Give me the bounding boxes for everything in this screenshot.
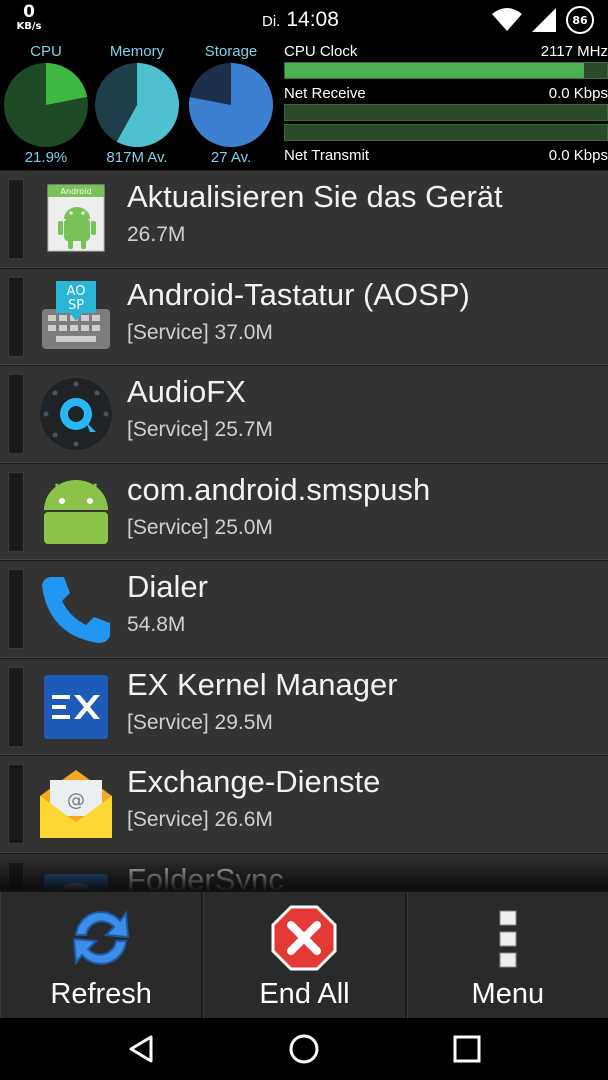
list-item[interactable]: @ Exchange-Dienste [Service] 26.6M [0,755,608,853]
cpu-clock-label: CPU Clock [284,43,358,60]
status-day: Di. [262,13,281,30]
wifi-icon [492,8,522,31]
selection-handle[interactable] [8,569,24,649]
list-item[interactable]: AudioFX [Service] 25.7M [0,365,608,463]
app-memory: 54.8M [127,613,186,636]
keyboard-aosp-icon: AO SP [42,280,110,349]
storage-pie [188,63,273,147]
system-stats-header: CPU 21.9% Memory 817M Av. Storage 27 Av.… [0,40,608,170]
recents-button[interactable] [437,1024,497,1074]
net-receive-bar [284,104,608,121]
list-item[interactable]: EX Kernel Manager [Service] 29.5M [0,657,608,755]
storage-gauge-label: Storage [204,43,258,60]
net-receive-value: 0.0 Kbps [548,85,608,102]
battery-level: 86 [572,13,588,27]
list-item[interactable]: Dialer 54.8M [0,560,608,658]
app-name: Exchange-Dienste [127,764,381,799]
net-receive-header: Net Receive 0.0 Kbps [284,82,608,104]
foldersync-icon [44,873,108,890]
cellular-signal-icon [532,8,556,32]
memory-gauge-value: 817M Av. [106,149,168,166]
app-memory: [Service] 29.5M [127,710,273,734]
menu-label: Menu [471,978,545,1010]
selection-handle[interactable] [8,179,24,259]
app-name: Aktualisieren Sie das Gerät [127,179,503,214]
app-name: EX Kernel Manager [127,666,398,702]
list-item[interactable]: Android Aktualisieren Sie das Gerät 26.7… [0,170,608,268]
recents-icon [453,1035,481,1063]
memory-pie [95,63,180,147]
end-all-button[interactable]: End All [203,892,407,1018]
list-item[interactable]: FolderSync [0,852,608,891]
phone-icon [42,577,110,643]
refresh-icon [73,910,130,966]
app-name: Android-Tastatur (AOSP) [127,276,470,312]
back-button[interactable] [111,1024,171,1074]
cpu-gauge-value: 21.9% [24,149,68,166]
storage-gauge: Storage 27 Av. [185,40,277,168]
app-name: com.android.smspush [127,471,431,507]
storage-gauge-value: 27 Av. [210,149,252,166]
android-update-icon: Android [47,184,105,252]
selection-handle[interactable] [8,374,24,454]
net-transmit-header: Net Transmit 0.0 Kbps [284,144,608,166]
action-bar: Refresh End All Menu [0,890,608,1018]
audiofx-icon [40,378,112,450]
home-icon [289,1034,319,1064]
cpu-clock-header: CPU Clock 2117 MHz [284,40,608,62]
svg-text:SP: SP [68,298,84,313]
overflow-menu-icon [499,910,517,968]
app-memory: [Service] 25.7M [127,418,273,441]
app-memory: [Service] 26.6M [127,808,273,831]
cpu-gauge-label: CPU [30,43,62,60]
cpu-gauge: CPU 21.9% [0,40,92,168]
selection-handle[interactable] [8,764,24,844]
network-speed-indicator: 0 KB/s [14,4,44,32]
svg-text:AO: AO [67,284,86,299]
cpu-clock-value: 2117 MHz [540,43,608,60]
app-memory: 26.7M [127,223,186,246]
process-list[interactable]: Android Aktualisieren Sie das Gerät 26.7… [0,170,608,890]
email-envelope-icon: @ [40,770,112,838]
svg-text:@: @ [67,790,85,811]
android-robot-icon [44,479,108,544]
list-item[interactable]: AO SP Android-Tastatur (AOSP) [Service] … [0,267,608,365]
navigation-bar [0,1018,608,1080]
refresh-button[interactable]: Refresh [0,892,204,1018]
app-name: AudioFX [127,374,246,409]
net-transmit-bar [284,124,608,141]
end-all-label: End All [259,978,350,1010]
list-item[interactable]: com.android.smspush [Service] 25.0M [0,462,608,560]
selection-handle[interactable] [8,666,24,747]
network-speed-value: 0 [23,2,35,22]
battery-icon: 86 [566,6,594,34]
app-name: FolderSync [127,861,284,891]
memory-gauge-label: Memory [109,43,165,60]
menu-button[interactable]: Menu [406,892,608,1018]
selection-handle[interactable] [8,861,24,890]
ex-kernel-icon [44,674,108,739]
refresh-label: Refresh [50,978,152,1010]
cpu-pie [4,63,88,147]
selection-handle[interactable] [8,471,24,552]
selection-handle[interactable] [8,276,24,357]
net-receive-label: Net Receive [284,85,366,102]
status-time: 14:08 [286,8,339,31]
status-bar: 0 KB/s Di. 14:08 86 [0,0,608,40]
app-memory: [Service] 25.0M [127,515,273,539]
cpu-clock-bar [284,62,608,79]
status-clock: Di. 14:08 [262,8,339,32]
network-speed-unit: KB/s [16,21,42,32]
memory-gauge: Memory 817M Av. [91,40,183,168]
app-memory: [Service] 37.0M [127,320,273,344]
app-name: Dialer [127,569,208,604]
svg-text:Android: Android [61,187,92,196]
cpu-clock-bar-fill [285,63,585,78]
net-transmit-label: Net Transmit [284,147,370,164]
home-button[interactable] [274,1024,334,1074]
net-transmit-value: 0.0 Kbps [548,147,608,164]
stop-icon [271,905,337,971]
meters-panel: CPU Clock 2117 MHz Net Receive 0.0 Kbps … [284,40,608,166]
back-icon [129,1035,153,1063]
